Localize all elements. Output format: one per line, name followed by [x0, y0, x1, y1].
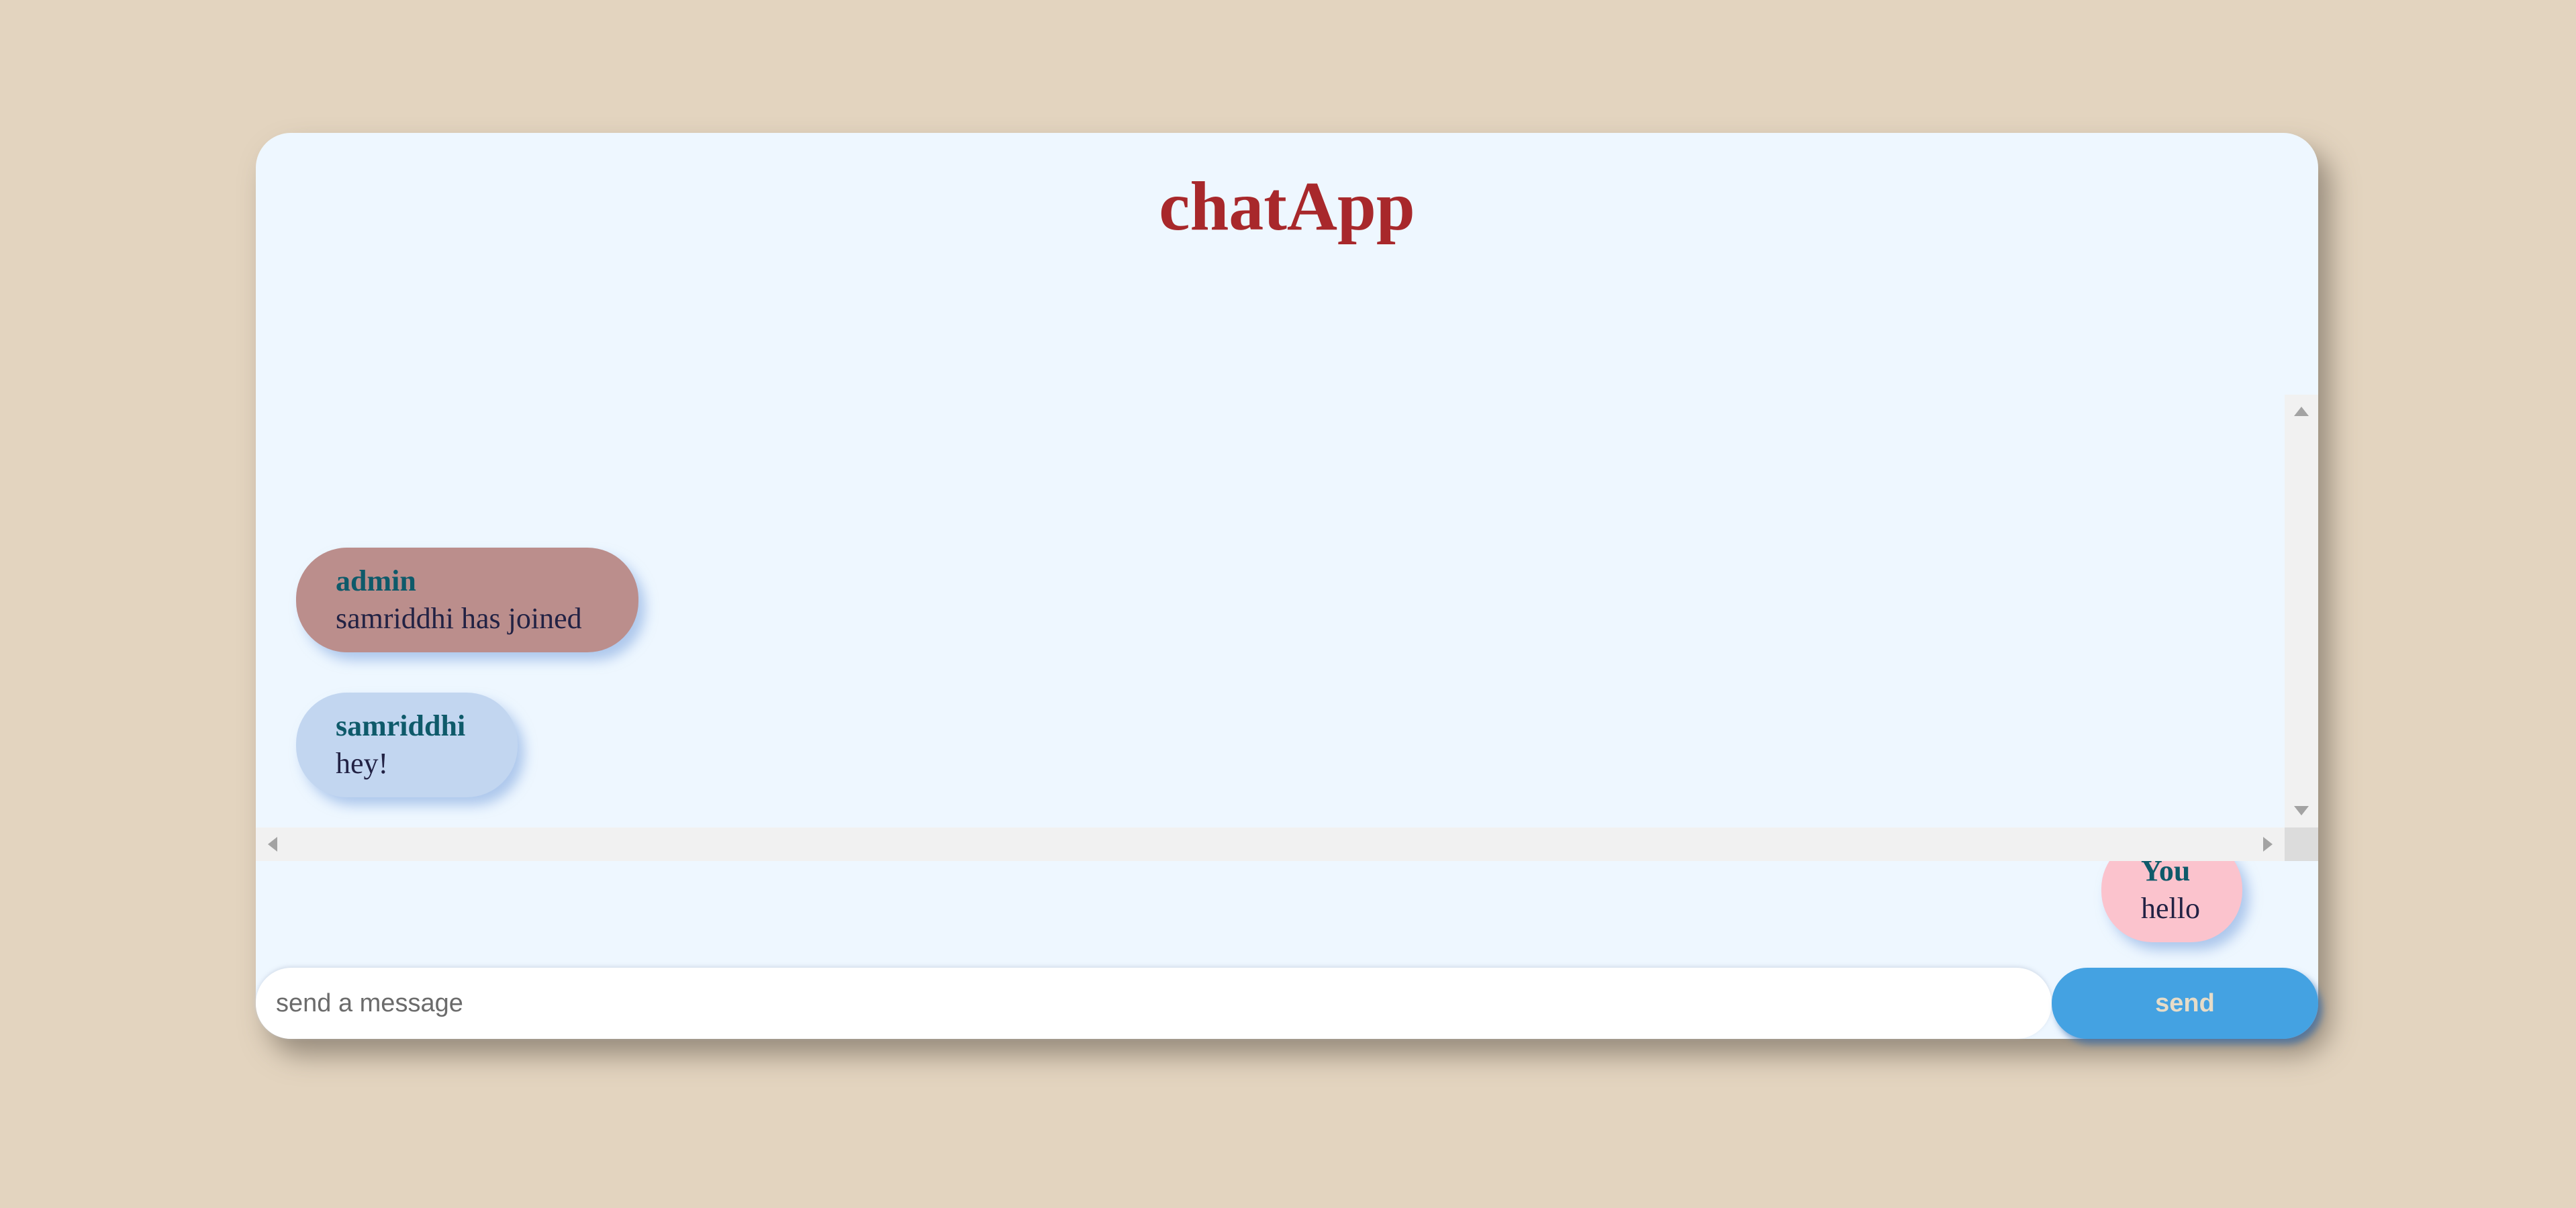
scroll-up-arrow-icon[interactable] [2294, 407, 2309, 416]
message-bubble-admin: admin samriddhi has joined [296, 548, 638, 652]
chat-window: chatApp admin samriddhi has joined samri… [256, 133, 2318, 1039]
scroll-left-arrow-icon[interactable] [268, 837, 277, 852]
message-sender: samriddhi [336, 709, 466, 742]
horizontal-scrollbar[interactable] [256, 827, 2285, 861]
message-bubble-samriddhi: samriddhi hey! [296, 693, 518, 797]
message-text: hey! [336, 747, 389, 780]
scroll-right-arrow-icon[interactable] [2263, 837, 2273, 852]
scrollbar-corner [2285, 827, 2318, 861]
message-text: hello [2141, 892, 2200, 925]
message-sender: admin [336, 564, 416, 597]
message-text: samriddhi has joined [336, 602, 582, 635]
send-button[interactable]: send [2052, 968, 2318, 1039]
message-list[interactable]: admin samriddhi has joined samriddhi hey… [256, 395, 2318, 995]
app-title: chatApp [1159, 168, 1415, 245]
message-scroll-area[interactable]: admin samriddhi has joined samriddhi hey… [256, 395, 2285, 942]
scroll-down-arrow-icon[interactable] [2294, 806, 2309, 815]
vertical-scrollbar[interactable] [2285, 395, 2318, 827]
message-input[interactable] [256, 968, 2052, 1039]
